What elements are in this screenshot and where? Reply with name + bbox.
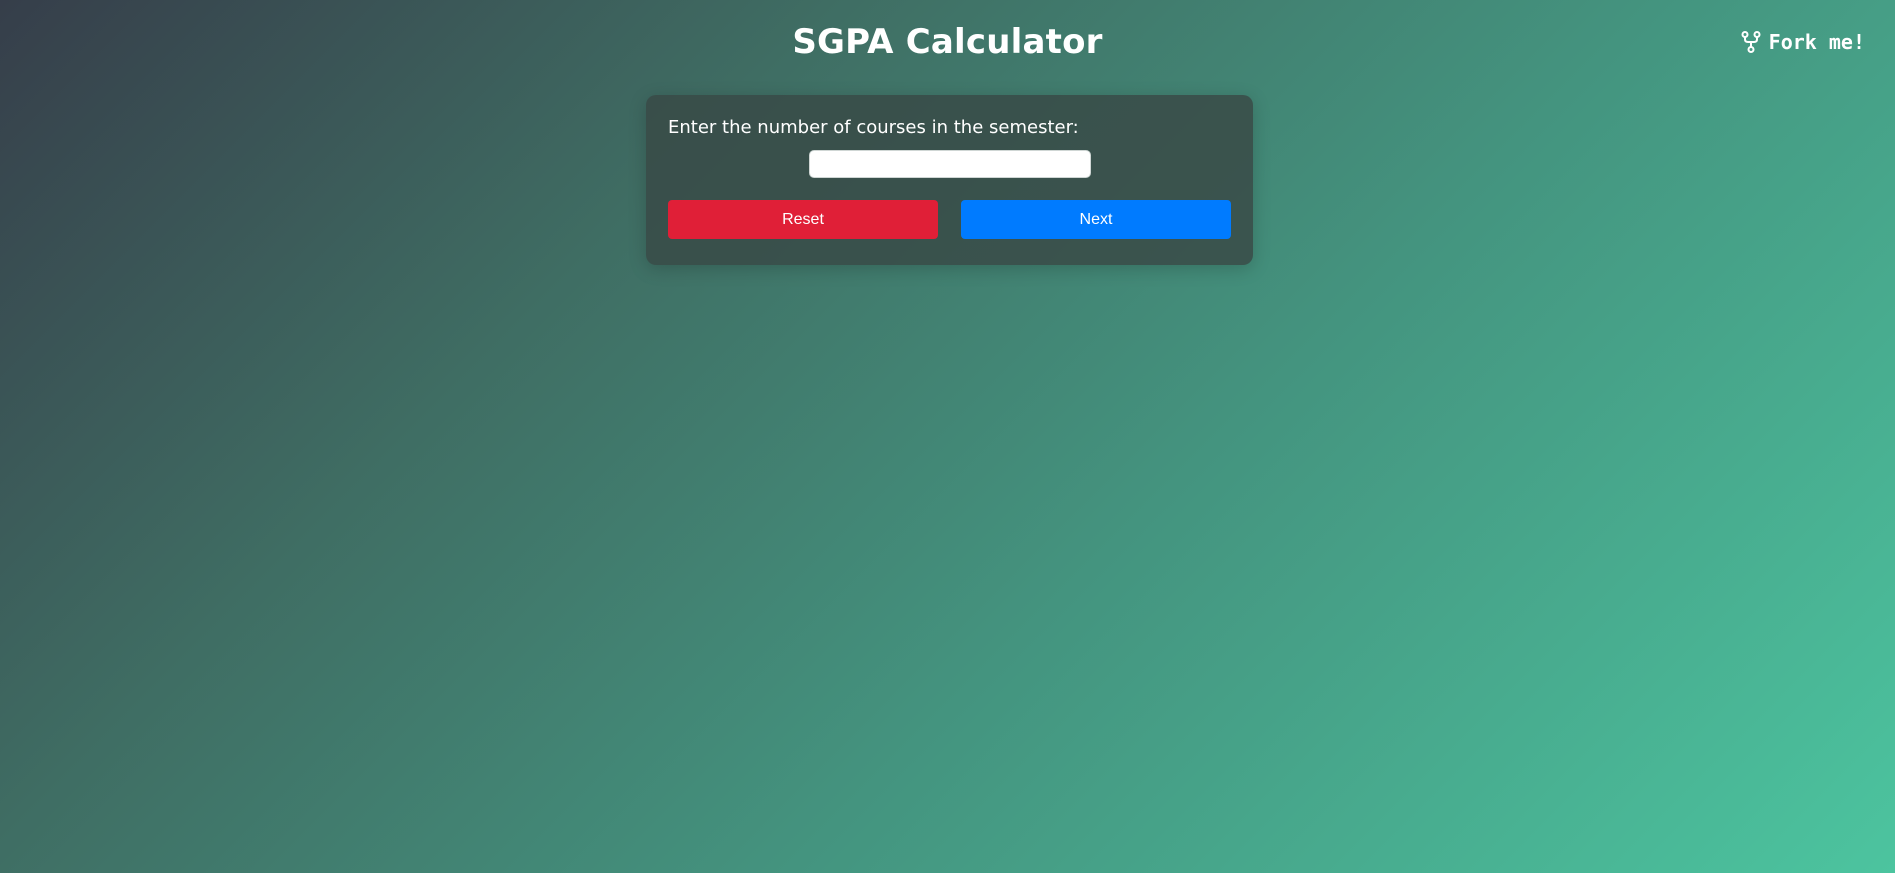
fork-me-link[interactable]: Fork me!	[1741, 30, 1865, 54]
course-count-label: Enter the number of courses in the semes…	[668, 117, 1079, 138]
course-count-input[interactable]	[808, 150, 1091, 178]
page-title: SGPA Calculator	[792, 22, 1103, 62]
course-count-card: Enter the number of courses in the semes…	[646, 95, 1253, 265]
next-button[interactable]: Next	[961, 200, 1231, 239]
button-row: Reset Next	[668, 200, 1231, 239]
fork-me-label: Fork me!	[1768, 30, 1865, 54]
reset-button[interactable]: Reset	[668, 200, 938, 239]
git-fork-icon	[1741, 31, 1761, 53]
